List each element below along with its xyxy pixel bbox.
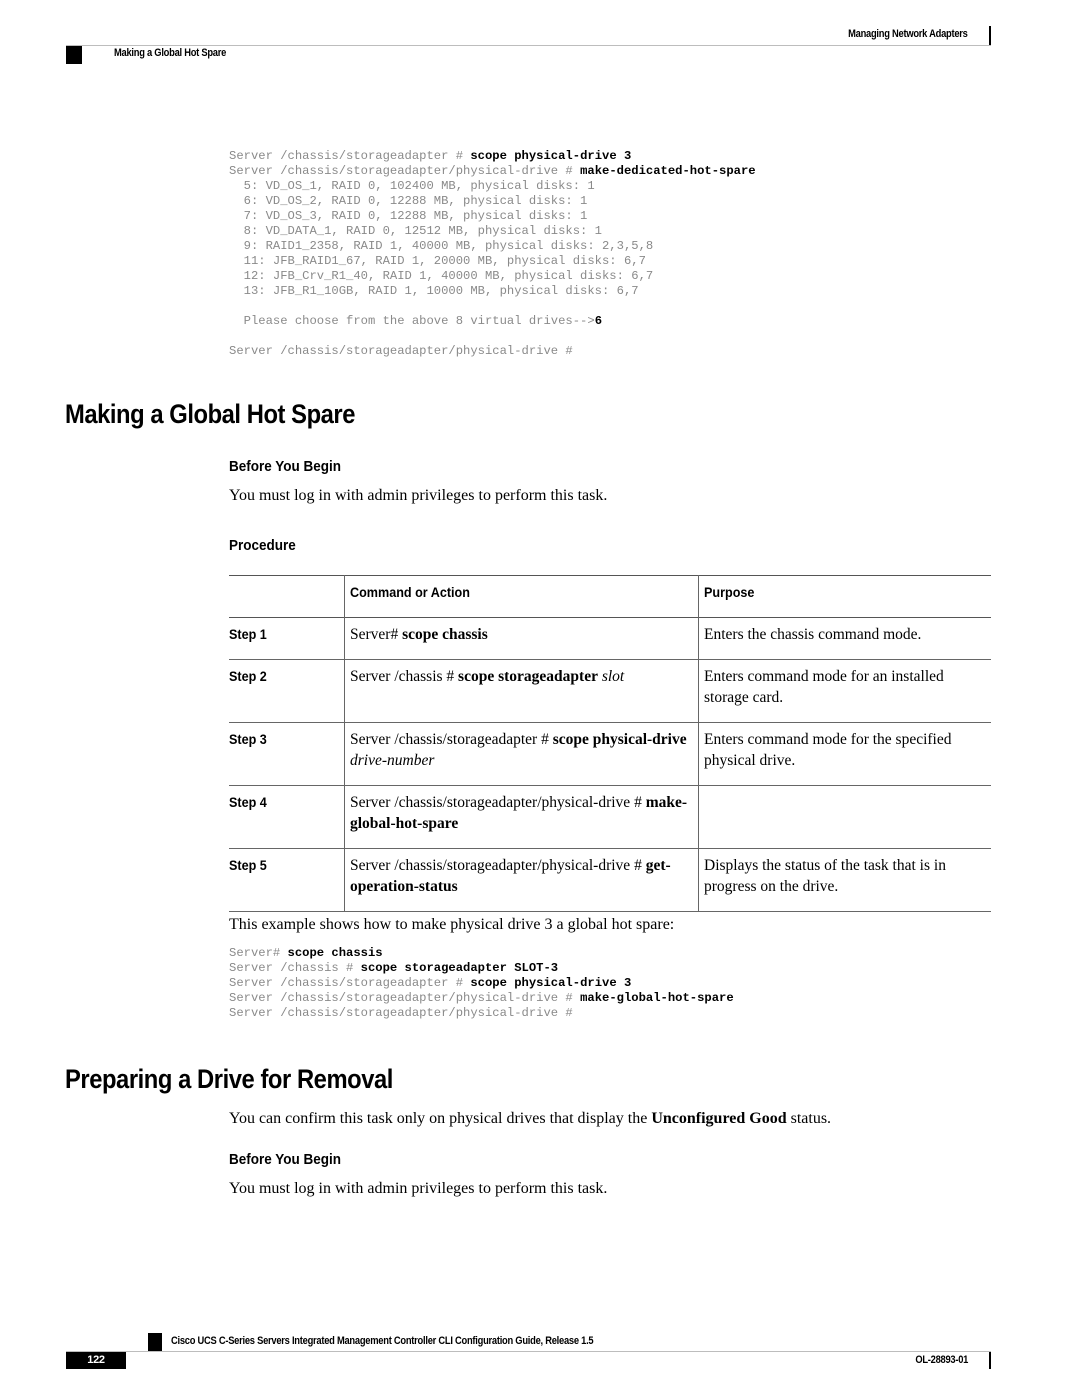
code-line: Server /chassis # scope storageadapter S…	[229, 961, 559, 975]
running-header-chapter: Managing Network Adapters	[848, 28, 968, 40]
code-line: 13: JFB_R1_10GB, RAID 1, 10000 MB, physi…	[229, 284, 639, 298]
code-line: Server /chassis/storageadapter/physical-…	[229, 1006, 573, 1020]
command-cell: Server /chassis # scope storageadapter s…	[344, 659, 699, 723]
table-row: Step 5 Server /chassis/storageadapter/phy…	[229, 848, 991, 912]
command-cell: Server /chassis/storageadapter/physical-…	[344, 785, 699, 849]
code-line: 9: RAID1_2358, RAID 1, 40000 MB, physica…	[229, 239, 654, 253]
header-block	[66, 46, 82, 64]
code-line: 6: VD_OS_2, RAID 0, 12288 MB, physical d…	[229, 194, 588, 208]
status-name: Unconfigured Good	[651, 1110, 787, 1127]
code-line: 8: VD_DATA_1, RAID 0, 12512 MB, physical…	[229, 224, 602, 238]
header-bar	[989, 26, 991, 45]
code-line: Please choose from the above 8 virtual d…	[229, 314, 603, 328]
procedure-heading: Procedure	[229, 537, 296, 554]
example-intro-text: This example shows how to make physical …	[229, 916, 675, 933]
purpose-cell: Displays the status of the task that is …	[698, 848, 991, 912]
procedure-table: Command or Action Purpose Step 1 Server# …	[229, 575, 991, 912]
footer-bar	[989, 1352, 991, 1369]
code-block-global-hot-spare-example: Server# scope chassis Server /chassis # s…	[229, 946, 734, 1021]
code-block-dedicated-hot-spare: Server /chassis/storageadapter # scope p…	[229, 149, 756, 359]
command-cell: Server /chassis/storageadapter # scope p…	[344, 722, 699, 786]
code-line: 11: JFB_RAID1_67, RAID 1, 20000 MB, phys…	[229, 254, 646, 268]
code-line: Server# scope chassis	[229, 946, 383, 960]
table-row: Step 3 Server /chassis/storageadapter # s…	[229, 722, 991, 786]
step-cell: Step 3	[229, 731, 267, 747]
code-line: Server /chassis/storageadapter # scope p…	[229, 149, 632, 163]
before-you-begin-text: You must log in with admin privileges to…	[229, 487, 608, 504]
purpose-cell: Enters the chassis command mode.	[698, 617, 991, 660]
section-title-drive-removal: Preparing a Drive for Removal	[65, 1064, 393, 1094]
footer-guide-title: Cisco UCS C-Series Servers Integrated Ma…	[171, 1335, 594, 1347]
purpose-cell: Enters command mode for an installed sto…	[698, 659, 991, 723]
before-you-begin-heading: Before You Begin	[229, 458, 342, 475]
column-header-purpose: Purpose	[698, 575, 991, 618]
table-header-row: Command or Action Purpose	[229, 575, 991, 618]
purpose-cell: Enters command mode for the specified ph…	[698, 722, 991, 786]
before-you-begin-text-2: You must log in with admin privileges to…	[229, 1180, 608, 1197]
document-number: OL-28893-01	[915, 1354, 968, 1366]
table-row: Step 4 Server /chassis/storageadapter/phy…	[229, 785, 991, 849]
code-line: Server /chassis/storageadapter/physical-…	[229, 991, 734, 1005]
code-line: Server /chassis/storageadapter/physical-…	[229, 344, 573, 358]
section-title-global-hot-spare: Making a Global Hot Spare	[65, 399, 356, 429]
header-rule	[66, 45, 991, 46]
column-header-step	[229, 576, 345, 618]
table-row: Step 2 Server /chassis # scope storageada…	[229, 659, 991, 723]
command-cell: Server# scope chassis	[344, 617, 699, 660]
table-row: Step 1 Server# scope chassis Enters the ch…	[229, 617, 991, 660]
code-line: 5: VD_OS_1, RAID 0, 102400 MB, physical …	[229, 179, 595, 193]
code-line: Server /chassis/storageadapter/physical-…	[229, 164, 756, 178]
command-cell: Server /chassis/storageadapter/physical-…	[344, 848, 699, 912]
column-header-command: Command or Action	[344, 575, 699, 618]
running-header-section: Making a Global Hot Spare	[114, 47, 227, 59]
code-line: 12: JFB_Crv_R1_40, RAID 1, 40000 MB, phy…	[229, 269, 654, 283]
step-cell: Step 1	[229, 626, 267, 642]
code-line: Server /chassis/storageadapter # scope p…	[229, 976, 632, 990]
page-number: 122	[66, 1352, 126, 1369]
before-you-begin-heading-2: Before You Begin	[229, 1151, 342, 1168]
purpose-cell	[698, 785, 991, 849]
footer-rule	[66, 1351, 991, 1352]
step-cell: Step 4	[229, 794, 267, 810]
footer-block	[148, 1333, 162, 1351]
step-cell: Step 5	[229, 857, 267, 873]
removal-intro-text: You can confirm this task only on physic…	[229, 1110, 832, 1127]
step-cell: Step 2	[229, 668, 267, 684]
code-line: 7: VD_OS_3, RAID 0, 12288 MB, physical d…	[229, 209, 588, 223]
